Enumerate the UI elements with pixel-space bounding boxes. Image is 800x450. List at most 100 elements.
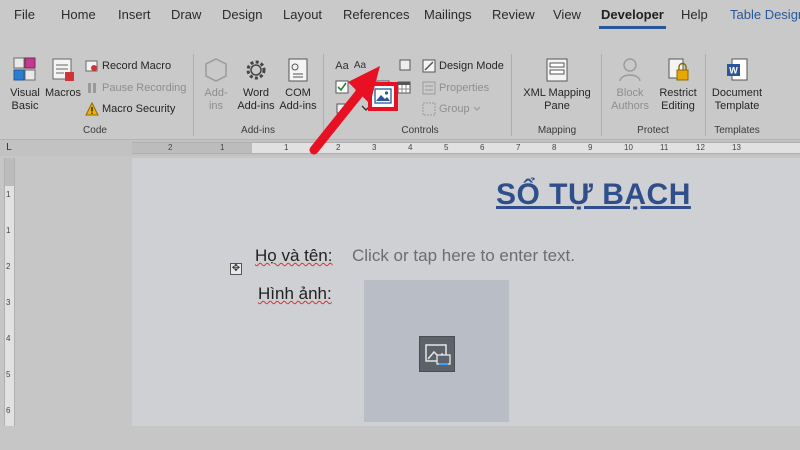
macro-security-label: Macro Security	[102, 103, 176, 115]
ruler-left-margin	[132, 143, 252, 153]
document-title[interactable]: SỔ TỰ BẠCH	[496, 178, 691, 212]
document-template-label: Document Template	[711, 87, 763, 112]
code-group-label: Code	[83, 125, 107, 136]
lock-icon	[668, 58, 689, 81]
pause-icon	[88, 83, 96, 93]
ruler-number: 3	[6, 298, 11, 307]
tab-developer[interactable]: Developer	[599, 7, 666, 29]
svg-text:W: W	[729, 66, 738, 76]
addins-group-label: Add-ins	[241, 125, 275, 136]
ruler-number: 13	[732, 143, 741, 152]
ribbon-separator	[601, 54, 602, 136]
group-label: Group	[439, 103, 470, 115]
tab-review[interactable]: Review	[492, 7, 535, 22]
tab-view[interactable]: View	[553, 7, 581, 22]
ruler-number: 6	[6, 406, 11, 415]
macros-button[interactable]: Macros	[44, 56, 82, 100]
ruler-number: 1	[284, 143, 289, 152]
ruler-number: 9	[588, 143, 593, 152]
tab-home[interactable]: Home	[61, 7, 96, 22]
ruler-number: 5	[6, 370, 11, 379]
visual-basic-button[interactable]: Visual Basic	[6, 56, 44, 113]
record-macro-icon	[85, 60, 98, 72]
xml-mapping-icon	[546, 58, 568, 82]
ribbon-separator	[511, 54, 512, 136]
ruler-number: 2	[6, 262, 11, 271]
insert-picture-icon	[425, 344, 451, 365]
addins-hexagon-icon	[205, 58, 227, 82]
name-content-control[interactable]: Click or tap here to enter text.	[352, 246, 575, 266]
mapping-group-label: Mapping	[537, 125, 577, 136]
pause-recording-label: Pause Recording	[102, 82, 187, 94]
design-mode-button[interactable]: Design Mode	[422, 59, 504, 73]
word-addins-button[interactable]: Word Add-ins	[236, 56, 276, 113]
properties-label: Properties	[439, 82, 490, 94]
table-move-handle-icon[interactable]: ✥	[230, 263, 242, 275]
image-label[interactable]: Hình ảnh:	[258, 284, 332, 304]
macro-security-button[interactable]: Macro Security	[85, 102, 175, 116]
ribbon-separator	[705, 54, 706, 136]
ribbon-separator	[193, 54, 194, 136]
name-label-text: Họ và tên:	[255, 246, 333, 265]
ruler-number: 8	[552, 143, 557, 152]
vertical-ruler-top-margin	[5, 158, 14, 186]
ruler-number: 6	[480, 143, 485, 152]
tab-layout[interactable]: Layout	[283, 7, 322, 22]
ruler-number: 12	[696, 143, 705, 152]
properties-icon	[422, 81, 436, 95]
name-label[interactable]: Họ và tên:	[255, 246, 333, 266]
tab-insert[interactable]: Insert	[118, 7, 151, 22]
tab-file[interactable]: File	[14, 7, 35, 22]
tab-table-design[interactable]: Table Design	[730, 7, 800, 22]
picture-placeholder-icon[interactable]	[419, 336, 455, 372]
group-button[interactable]: Group	[422, 102, 481, 116]
pause-recording-button[interactable]: Pause Recording	[85, 81, 186, 95]
xml-mapping-pane-label: XML Mapping Pane	[523, 87, 591, 112]
tab-design[interactable]: Design	[222, 7, 262, 22]
design-mode-label: Design Mode	[439, 60, 504, 72]
ribbon-tab-bar: File Home Insert Draw Design Layout Refe…	[0, 0, 800, 30]
visual-basic-icon	[13, 57, 36, 81]
properties-button[interactable]: Properties	[422, 81, 489, 95]
block-authors-button[interactable]: Block Authors	[605, 56, 655, 113]
word-document-icon: W	[727, 58, 748, 81]
chevron-down-icon	[473, 106, 481, 111]
horizontal-ruler[interactable]: 2 1 1 2 3 4 5 6 7 8 9 10 11 12 13	[132, 142, 800, 154]
block-authors-label: Block Authors	[611, 87, 649, 112]
group-icon	[422, 102, 436, 116]
gear-icon	[246, 60, 266, 80]
ruler-number: 4	[6, 334, 11, 343]
xml-mapping-pane-button[interactable]: XML Mapping Pane	[517, 56, 597, 113]
ruler-number: 1	[6, 190, 11, 199]
ruler-number: 1	[220, 143, 225, 152]
bottom-area	[0, 426, 800, 450]
vertical-ruler[interactable]: 1 1 2 3 4 5 6	[4, 158, 15, 426]
image-label-text: Hình ảnh:	[258, 284, 332, 303]
protect-group-label: Protect	[637, 125, 669, 136]
macros-icon	[52, 58, 74, 81]
templates-group-label: Templates	[714, 125, 760, 136]
addins-label: Add- ins	[204, 87, 228, 112]
addins-button[interactable]: Add- ins	[198, 56, 234, 113]
red-arrow-annotation	[309, 66, 380, 155]
tab-help[interactable]: Help	[681, 7, 708, 22]
ruler-number: 2	[168, 143, 173, 152]
tab-mailings[interactable]: Mailings	[424, 7, 472, 22]
record-macro-label: Record Macro	[102, 60, 172, 72]
warning-icon	[85, 102, 99, 116]
tab-selector[interactable]: L	[3, 142, 15, 154]
record-macro-button[interactable]: Record Macro	[85, 59, 171, 73]
design-mode-icon	[422, 59, 436, 73]
restrict-editing-button[interactable]: Restrict Editing	[656, 56, 700, 113]
visual-basic-label: Visual Basic	[10, 87, 40, 112]
word-addins-label: Word Add-ins	[237, 87, 275, 112]
tab-draw[interactable]: Draw	[171, 7, 201, 22]
ruler-number: 7	[516, 143, 521, 152]
block-authors-icon	[619, 58, 641, 82]
tab-references[interactable]: References	[343, 7, 409, 22]
ruler-number: 5	[444, 143, 449, 152]
ruler-number: 11	[660, 143, 669, 152]
macros-label: Macros	[44, 87, 82, 99]
document-template-button[interactable]: W Document Template	[709, 56, 765, 113]
restrict-editing-label: Restrict Editing	[659, 87, 697, 112]
